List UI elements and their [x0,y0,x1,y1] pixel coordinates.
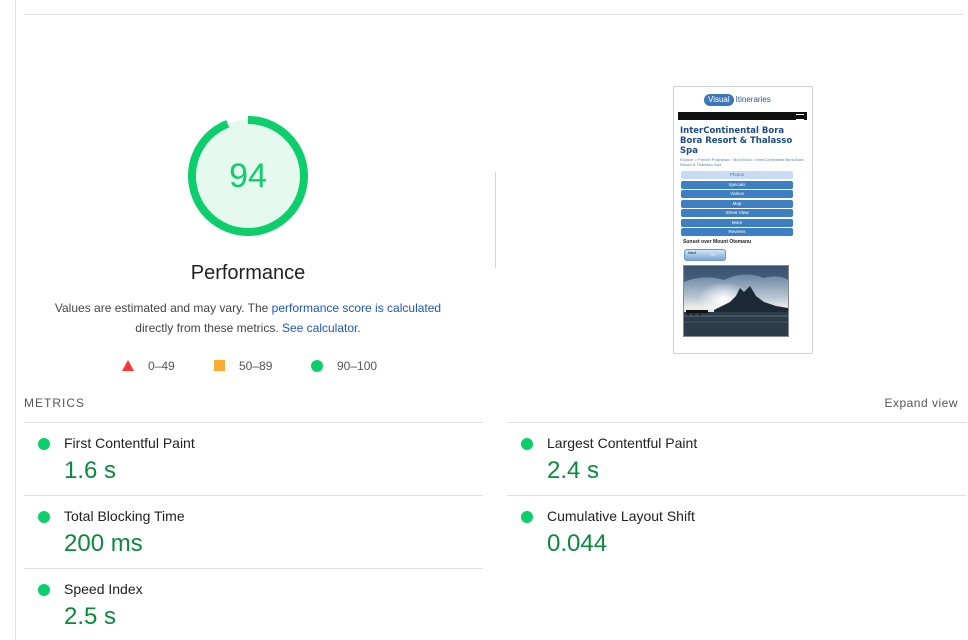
left-border [15,0,16,640]
hamburger-menu-icon [796,114,804,120]
legend-pass-range: 90–100 [337,359,378,373]
metric-name: Cumulative Layout Shift [547,508,695,524]
site-button-reviews: Reviews [681,228,793,236]
pass-circle-icon [38,438,50,450]
metric-name: Largest Contentful Paint [547,435,698,451]
performance-score-gauge[interactable]: 94 [186,114,310,238]
legend-fail-range: 0–49 [148,359,175,373]
next-label: Next [688,250,697,255]
performance-title: Performance [190,262,306,284]
metric-name: Total Blocking Time [64,508,185,524]
metric-speed-index[interactable]: Speed Index 2.5 s [24,568,483,640]
pass-circle-icon [521,438,533,450]
metric-value: 2.5 s [64,603,117,630]
site-navbar [678,112,807,120]
top-divider [24,14,964,15]
square-orange-icon [214,360,225,371]
metric-largest-contentful-paint[interactable]: Largest Contentful Paint 2.4 s [507,422,966,495]
score-calculated-link[interactable]: performance score is calculated [272,301,441,315]
metric-value: 1.6 s [64,457,117,484]
next-arrow-icon: »» [711,252,716,257]
metric-first-contentful-paint[interactable]: First Contentful Paint 1.6 s [24,422,483,495]
site-button-photos: Photos [681,171,793,179]
metric-name: Speed Index [64,581,143,597]
performance-score-value: 94 [229,157,267,195]
site-button-street-view: Street View [681,209,793,217]
pass-circle-icon [38,584,50,596]
vertical-divider [495,172,496,268]
metric-cumulative-layout-shift[interactable]: Cumulative Layout Shift 0.044 [507,495,966,568]
site-next-button: Next »» [684,249,726,261]
legend-fail: 0–49 [122,358,175,374]
metric-value: 0.044 [547,530,608,557]
legend-average: 50–89 [214,358,272,374]
site-logo-pill: Visual [704,94,734,106]
site-button-videos: Videos [681,190,793,198]
metrics-header: METRICS [24,396,85,410]
triangle-red-icon [122,360,134,371]
pass-circle-icon [38,511,50,523]
site-logo-text: Itineraries [735,95,771,104]
metric-value: 2.4 s [547,457,600,484]
description-text-3: . [357,321,361,335]
score-legend: 0–49 50–89 90–100 [0,358,496,374]
score-description: Values are estimated and may vary. The p… [48,298,448,338]
legend-average-range: 50–89 [239,359,273,373]
site-logo: Visual Itineraries [704,93,771,107]
see-calculator-link[interactable]: See calculator [282,321,357,335]
site-button-specials: Specials [681,181,793,189]
metric-name: First Contentful Paint [64,435,195,451]
circle-green-icon [311,360,323,372]
metric-value: 200 ms [64,530,143,557]
expand-view-toggle[interactable]: Expand view [884,396,958,410]
site-breadcrumb: Explore > French Polynesia > Bora Bora >… [680,157,804,167]
site-page-title: InterContinental Bora Bora Resort & Thal… [680,126,793,156]
description-text-1: Values are estimated and may vary. The [54,301,272,315]
pass-circle-icon [521,511,533,523]
sunset-photo [683,265,789,337]
lighthouse-report: 94 Performance Values are estimated and … [0,0,968,640]
site-button-more: More [681,219,793,227]
legend-pass: 90–100 [311,358,377,374]
photo-caption: Sunset over Mount Otemanu [683,239,752,245]
site-button-map: Map [681,200,793,208]
metric-total-blocking-time[interactable]: Total Blocking Time 200 ms [24,495,483,568]
description-text-2: directly from these metrics. [135,321,282,335]
final-screenshot[interactable]: Visual Itineraries InterContinental Bora … [673,86,813,354]
